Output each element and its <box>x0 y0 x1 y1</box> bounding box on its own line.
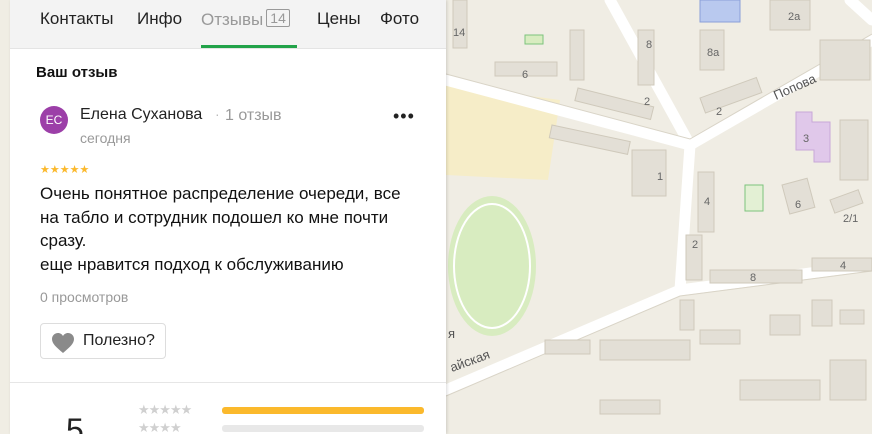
map-building-number: 4 <box>704 196 710 208</box>
map-building-number: 2 <box>716 106 722 118</box>
star-icons: ★★★★ <box>138 420 182 434</box>
author-review-count[interactable]: 1 отзыв <box>225 107 282 125</box>
map-stadium <box>448 196 536 336</box>
review-text: Очень понятное распределение очереди, вс… <box>40 182 430 276</box>
map-building-number: 1 <box>657 171 663 183</box>
histogram-bar <box>222 407 424 414</box>
map-building-number: 6 <box>795 199 801 211</box>
tab-prices[interactable]: Цены <box>317 9 361 29</box>
map-building-number: 14 <box>453 27 465 39</box>
map-building-number: 6 <box>522 69 528 81</box>
map-green-patch <box>524 34 544 45</box>
histogram-bar <box>222 425 424 432</box>
views-count: 0 просмотров <box>40 289 129 305</box>
review-date: сегодня <box>80 130 131 146</box>
heart-icon <box>52 333 74 353</box>
star-icons: ★★★★★ <box>138 402 192 417</box>
review-rating-stars: ★★★★★ <box>40 164 90 176</box>
tab-reviews-label: Отзывы <box>201 10 264 29</box>
place-panel: Контакты Инфо Отзывы 14 Цены Фото Ваш отз… <box>10 0 446 434</box>
your-review-heading: Ваш отзыв <box>36 64 118 81</box>
map-street-label: я <box>448 326 455 341</box>
tab-bar: Контакты Инфо Отзывы 14 Цены Фото <box>10 0 446 49</box>
map-building-number: 3 <box>803 133 809 145</box>
review-text-line: Очень понятное распределение очереди, вс… <box>40 184 401 203</box>
tab-contacts[interactable]: Контакты <box>40 9 113 29</box>
tab-reviews[interactable]: Отзывы 14 <box>201 9 290 30</box>
review-text-line: сразу. <box>40 231 87 250</box>
helpful-label: Полезно? <box>83 332 155 349</box>
map-building-number: 2/1 <box>843 213 858 225</box>
more-options-icon[interactable]: ••• <box>393 106 415 127</box>
map-building-number: 4 <box>840 260 846 272</box>
active-tab-indicator <box>201 45 297 48</box>
review-text-line: на табло и сотрудник подошел ко мне почт… <box>40 207 389 227</box>
divider <box>10 382 446 383</box>
map-building-number: 8а <box>707 47 720 59</box>
avatar[interactable]: ЕС <box>40 106 68 134</box>
map-building-number: 2 <box>692 239 698 251</box>
map-building-number: 2 <box>644 96 650 108</box>
review-text-line: еще нравится подход к обслуживанию <box>40 254 344 274</box>
separator-dot: · <box>215 106 220 122</box>
map-green-patch-2 <box>744 184 764 212</box>
tab-reviews-count: 14 <box>266 9 290 27</box>
map-building-number: 8 <box>646 39 652 51</box>
tab-photos[interactable]: Фото <box>380 9 419 29</box>
review-author-name[interactable]: Елена Суханова <box>80 106 202 124</box>
histogram-fill <box>222 407 424 414</box>
tab-info[interactable]: Инфо <box>137 9 182 29</box>
map-building-number: 2а <box>788 11 801 23</box>
helpful-button[interactable]: Полезно? <box>40 323 166 359</box>
map-building-number: 8 <box>750 272 756 284</box>
map-water-building <box>699 0 741 23</box>
rating-summary-value: 5 <box>66 412 84 434</box>
